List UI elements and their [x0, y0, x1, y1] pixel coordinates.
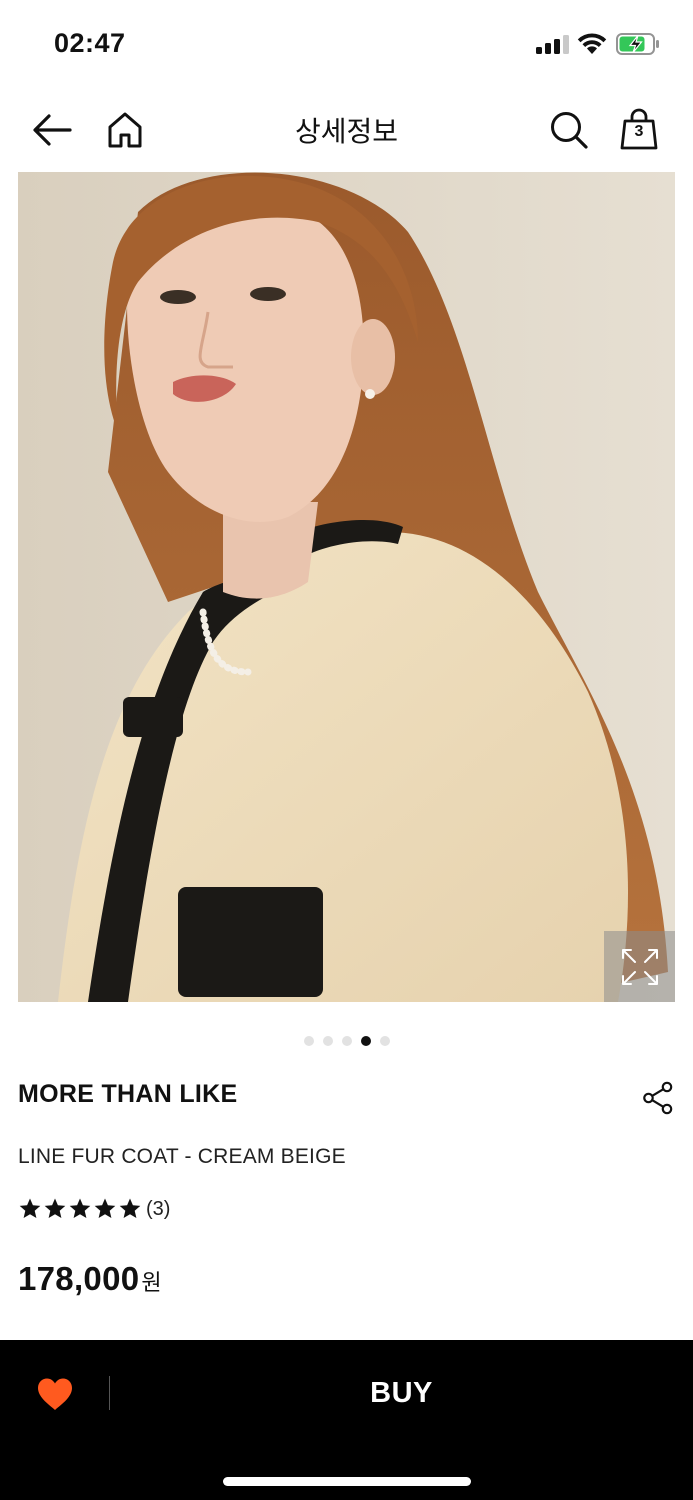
- pager-dot-3[interactable]: [341, 1036, 352, 1046]
- search-icon: [551, 112, 588, 149]
- image-pager: [0, 1036, 693, 1048]
- pager-dot-1[interactable]: [303, 1036, 314, 1046]
- star-icon: [94, 1198, 116, 1218]
- rating-stars: [18, 1197, 142, 1221]
- star-icon: [44, 1198, 66, 1218]
- status-time: 02:47: [54, 28, 126, 58]
- status-bar: 02:47: [0, 0, 693, 88]
- product-price: 178,000 원: [18, 1260, 162, 1298]
- product-image[interactable]: [18, 172, 675, 1002]
- product-rating[interactable]: (3): [18, 1196, 170, 1222]
- price-value: 178,000: [18, 1260, 140, 1297]
- cart-button[interactable]: 3: [615, 106, 663, 154]
- search-button[interactable]: [545, 106, 593, 154]
- review-count: (3): [146, 1197, 171, 1220]
- star-icon: [119, 1198, 141, 1218]
- app-header: 상세정보 3: [0, 88, 693, 172]
- bottom-action-bar: BUY: [0, 1340, 693, 1500]
- pager-dot-5[interactable]: [379, 1036, 390, 1046]
- wishlist-button[interactable]: [34, 1374, 76, 1414]
- star-icon: [69, 1198, 91, 1218]
- pager-dot-2[interactable]: [322, 1036, 333, 1046]
- heart-icon: [38, 1378, 72, 1410]
- expand-icon: [621, 948, 658, 985]
- share-icon: [643, 1081, 673, 1115]
- cellular-signal-icon: [536, 34, 570, 54]
- expand-image-button[interactable]: [604, 931, 675, 1002]
- home-indicator: [223, 1477, 471, 1486]
- pager-dot-4[interactable]: [360, 1036, 371, 1046]
- product-photo: [18, 172, 675, 1002]
- star-icon: [19, 1198, 41, 1218]
- price-currency: 원: [141, 1271, 162, 1296]
- brand-name[interactable]: MORE THAN LIKE: [18, 1080, 237, 1109]
- buy-button[interactable]: BUY: [110, 1358, 693, 1428]
- cart-count-badge: 3: [634, 123, 644, 140]
- share-button[interactable]: [638, 1078, 678, 1118]
- wifi-icon: [577, 33, 607, 54]
- battery-charging-icon: [616, 33, 659, 55]
- product-name: LINE FUR COAT - CREAM BEIGE: [18, 1145, 346, 1168]
